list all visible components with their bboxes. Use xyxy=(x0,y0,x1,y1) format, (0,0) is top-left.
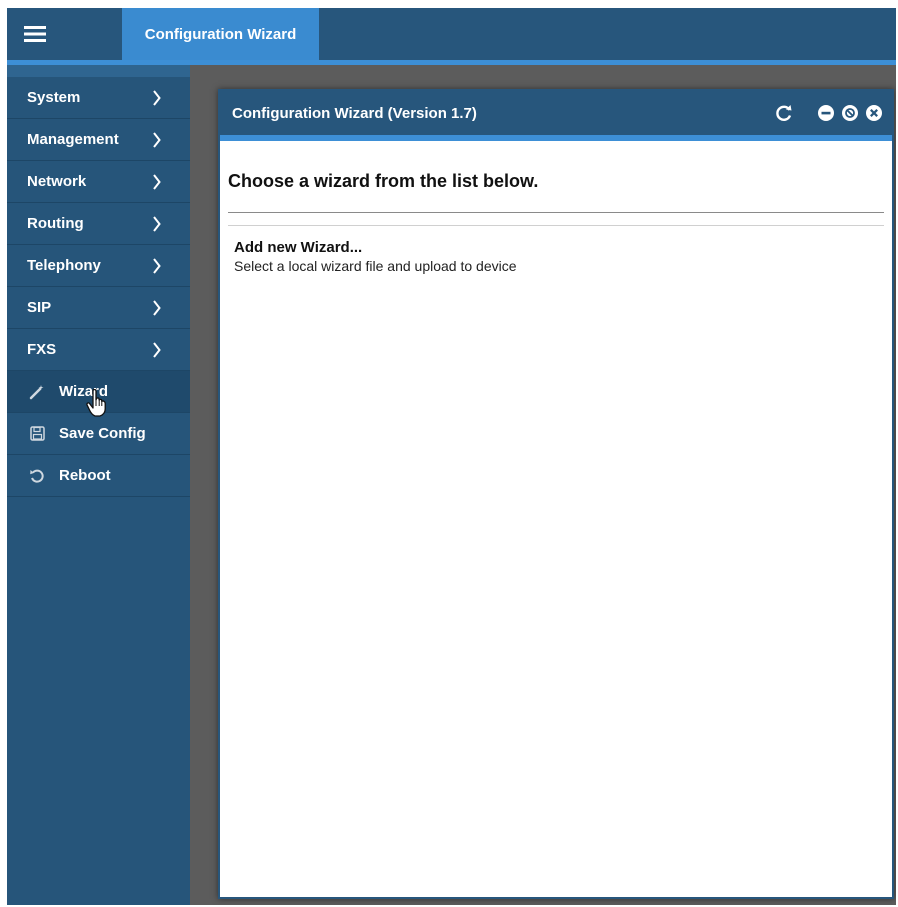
sidebar-item-network[interactable]: Network xyxy=(7,161,190,203)
sidebar-item-sip[interactable]: SIP xyxy=(7,287,190,329)
sidebar-item-system[interactable]: System xyxy=(7,77,190,119)
window-title: Configuration Wizard (Version 1.7) xyxy=(232,104,477,122)
restore-icon[interactable] xyxy=(840,103,860,123)
chevron-right-icon xyxy=(153,203,161,245)
wizard-window: Configuration Wizard (Version 1.7) Choos… xyxy=(218,89,894,899)
window-controls xyxy=(774,91,884,135)
wizard-list-item-add-new[interactable]: Add new Wizard... Select a local wizard … xyxy=(234,239,517,274)
hand-cursor-icon xyxy=(86,388,108,422)
wizard-list-heading: Choose a wizard from the list below. xyxy=(228,171,539,191)
floppy-disk-icon xyxy=(27,426,47,441)
sidebar-item-label: Routing xyxy=(27,215,84,232)
chevron-right-icon xyxy=(153,245,161,287)
close-icon[interactable] xyxy=(864,103,884,123)
sidebar-item-management[interactable]: Management xyxy=(7,119,190,161)
sidebar-item-label: Network xyxy=(27,173,87,190)
window-header: Configuration Wizard (Version 1.7) xyxy=(220,91,892,135)
sidebar: System Management Network Routing Teleph… xyxy=(7,65,190,905)
hamburger-icon xyxy=(24,26,46,42)
minimize-icon[interactable] xyxy=(816,103,836,123)
sidebar-item-fxs[interactable]: FXS xyxy=(7,329,190,371)
main-area: Configuration Wizard (Version 1.7) Choos… xyxy=(190,65,896,905)
divider xyxy=(228,225,884,226)
sidebar-item-label: Telephony xyxy=(27,257,101,274)
sidebar-item-label: Reboot xyxy=(59,467,111,484)
top-bar: Configuration Wizard xyxy=(7,8,896,60)
sidebar-item-label: Save Config xyxy=(59,425,146,442)
chevron-right-icon xyxy=(153,287,161,329)
chevron-right-icon xyxy=(153,329,161,371)
sidebar-item-label: Management xyxy=(27,131,119,148)
tab-configuration-wizard[interactable]: Configuration Wizard xyxy=(122,8,319,60)
wizard-item-title: Add new Wizard... xyxy=(234,239,363,256)
chevron-right-icon xyxy=(153,119,161,161)
chevron-right-icon xyxy=(153,77,161,119)
magic-wand-icon xyxy=(27,384,47,400)
sidebar-item-label: SIP xyxy=(27,299,52,316)
hamburger-menu-button[interactable] xyxy=(7,8,119,60)
window-header-accent xyxy=(220,135,892,141)
refresh-icon[interactable] xyxy=(774,103,794,123)
sidebar-item-label: System xyxy=(27,89,81,106)
restart-icon xyxy=(27,468,47,484)
sidebar-item-routing[interactable]: Routing xyxy=(7,203,190,245)
sidebar-item-label: FXS xyxy=(27,341,57,358)
wizard-item-description: Select a local wizard file and upload to… xyxy=(234,258,517,274)
app-frame: Configuration Wizard System Management N… xyxy=(7,8,896,905)
divider xyxy=(228,212,884,213)
sidebar-item-reboot[interactable]: Reboot xyxy=(7,455,190,497)
chevron-right-icon xyxy=(153,161,161,203)
sidebar-item-telephony[interactable]: Telephony xyxy=(7,245,190,287)
